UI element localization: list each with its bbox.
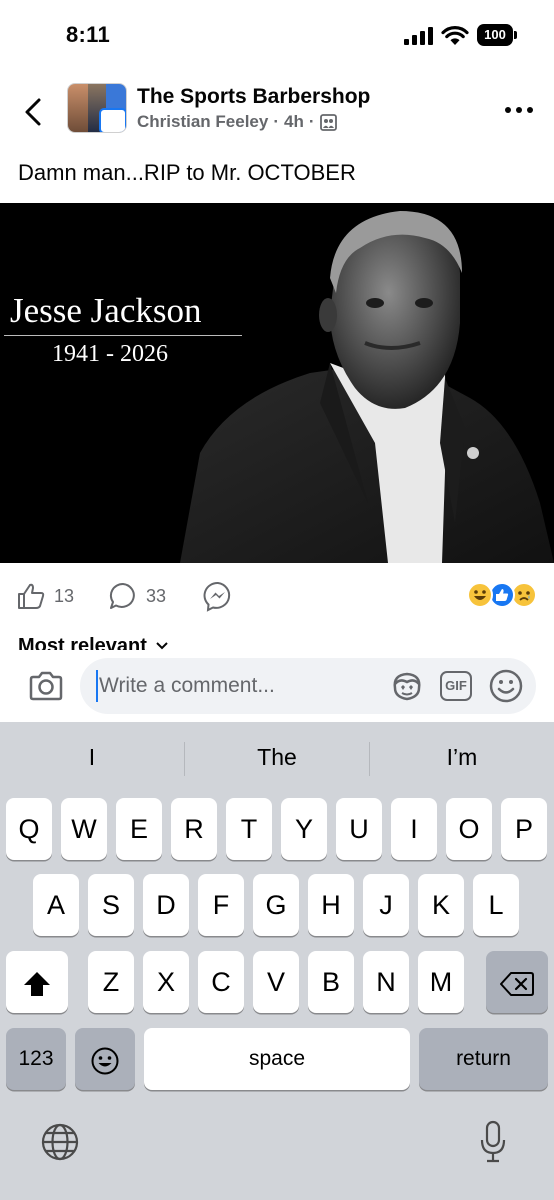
text-cursor xyxy=(96,670,98,702)
key-i[interactable]: I xyxy=(391,798,437,860)
group-avatar[interactable] xyxy=(67,83,127,133)
comment-composer: Write a comment... GIF xyxy=(0,650,554,722)
emoji-keyboard-icon xyxy=(91,1047,119,1075)
key-n[interactable]: N xyxy=(363,951,409,1013)
onscreen-keyboard: I The I’m Q W E R T Y U I O P A S D F G … xyxy=(0,722,554,1200)
key-f[interactable]: F xyxy=(198,874,244,936)
post-actions-bar: 13 33 xyxy=(0,576,554,616)
key-s[interactable]: S xyxy=(88,874,134,936)
avatar-sticker-icon[interactable] xyxy=(390,670,424,702)
key-w[interactable]: W xyxy=(61,798,107,860)
emoji-keyboard-key[interactable] xyxy=(75,1028,135,1090)
key-q[interactable]: Q xyxy=(6,798,52,860)
key-p[interactable]: P xyxy=(501,798,547,860)
laugh-reaction-icon xyxy=(467,582,493,608)
key-v[interactable]: V xyxy=(253,951,299,1013)
reaction-summary[interactable] xyxy=(467,582,539,608)
post-meta: Christian Feeley · 4h · xyxy=(137,112,337,132)
key-j[interactable]: J xyxy=(363,874,409,936)
key-o[interactable]: O xyxy=(446,798,492,860)
post-time: 4h xyxy=(284,112,304,131)
emoji-icon[interactable] xyxy=(488,668,524,704)
globe-icon[interactable] xyxy=(40,1122,80,1162)
shift-icon xyxy=(24,971,50,996)
delete-key[interactable] xyxy=(486,951,548,1013)
wifi-icon xyxy=(441,26,469,45)
like-button[interactable]: 13 xyxy=(16,580,74,612)
cellular-signal-icon xyxy=(404,27,433,45)
comment-bubble-icon xyxy=(109,582,135,609)
post-header: The Sports Barbershop Christian Feeley ·… xyxy=(0,70,554,150)
numbers-key[interactable]: 123 xyxy=(6,1028,66,1090)
author-name[interactable]: Christian Feeley xyxy=(137,112,268,132)
back-button[interactable] xyxy=(18,92,48,132)
battery-indicator: 100 xyxy=(477,24,517,46)
more-options-icon[interactable] xyxy=(502,98,536,122)
messenger-icon xyxy=(203,581,231,612)
messenger-share-button[interactable] xyxy=(202,580,234,612)
comment-button[interactable]: 33 xyxy=(108,580,166,612)
post-text: Damn man...RIP to Mr. OCTOBER xyxy=(18,160,356,185)
key-h[interactable]: H xyxy=(308,874,354,936)
key-g[interactable]: G xyxy=(253,874,299,936)
suggestion-2[interactable]: The xyxy=(185,744,369,771)
key-z[interactable]: Z xyxy=(88,951,134,1013)
return-key[interactable]: return xyxy=(419,1028,548,1090)
key-l[interactable]: L xyxy=(473,874,519,936)
key-a[interactable]: A xyxy=(33,874,79,936)
key-c[interactable]: C xyxy=(198,951,244,1013)
group-audience-icon xyxy=(319,113,337,131)
shift-key[interactable] xyxy=(6,951,68,1013)
portrait-photo xyxy=(180,211,554,563)
thumbs-up-icon xyxy=(18,583,45,609)
comment-field-container[interactable]: Write a comment... GIF xyxy=(80,658,536,714)
like-count: 13 xyxy=(54,585,75,606)
key-b[interactable]: B xyxy=(308,951,354,1013)
gif-button[interactable]: GIF xyxy=(440,671,472,701)
status-bar: 8:11 100 xyxy=(0,0,554,70)
key-k[interactable]: K xyxy=(418,874,464,936)
comment-input[interactable]: Write a comment... xyxy=(99,674,275,698)
backspace-icon xyxy=(500,971,534,996)
key-r[interactable]: R xyxy=(171,798,217,860)
key-m[interactable]: M xyxy=(418,951,464,1013)
suggestion-1[interactable]: I xyxy=(0,744,184,771)
status-time: 8:11 xyxy=(66,22,111,47)
author-avatar xyxy=(99,108,126,132)
key-x[interactable]: X xyxy=(143,951,189,1013)
key-t[interactable]: T xyxy=(226,798,272,860)
microphone-icon[interactable] xyxy=(478,1120,508,1164)
key-y[interactable]: Y xyxy=(281,798,327,860)
camera-icon[interactable] xyxy=(28,670,64,702)
group-name[interactable]: The Sports Barbershop xyxy=(137,85,370,109)
image-caption-years: 1941 - 2026 xyxy=(52,341,168,367)
key-u[interactable]: U xyxy=(336,798,382,860)
predictive-text-bar: I The I’m xyxy=(0,722,554,794)
post-image[interactable]: Jesse Jackson 1941 - 2026 xyxy=(0,203,554,563)
comment-count: 33 xyxy=(146,585,167,606)
suggestion-3[interactable]: I’m xyxy=(370,744,554,771)
battery-level: 100 xyxy=(477,24,513,46)
key-e[interactable]: E xyxy=(116,798,162,860)
key-d[interactable]: D xyxy=(143,874,189,936)
space-key[interactable]: space xyxy=(144,1028,410,1090)
